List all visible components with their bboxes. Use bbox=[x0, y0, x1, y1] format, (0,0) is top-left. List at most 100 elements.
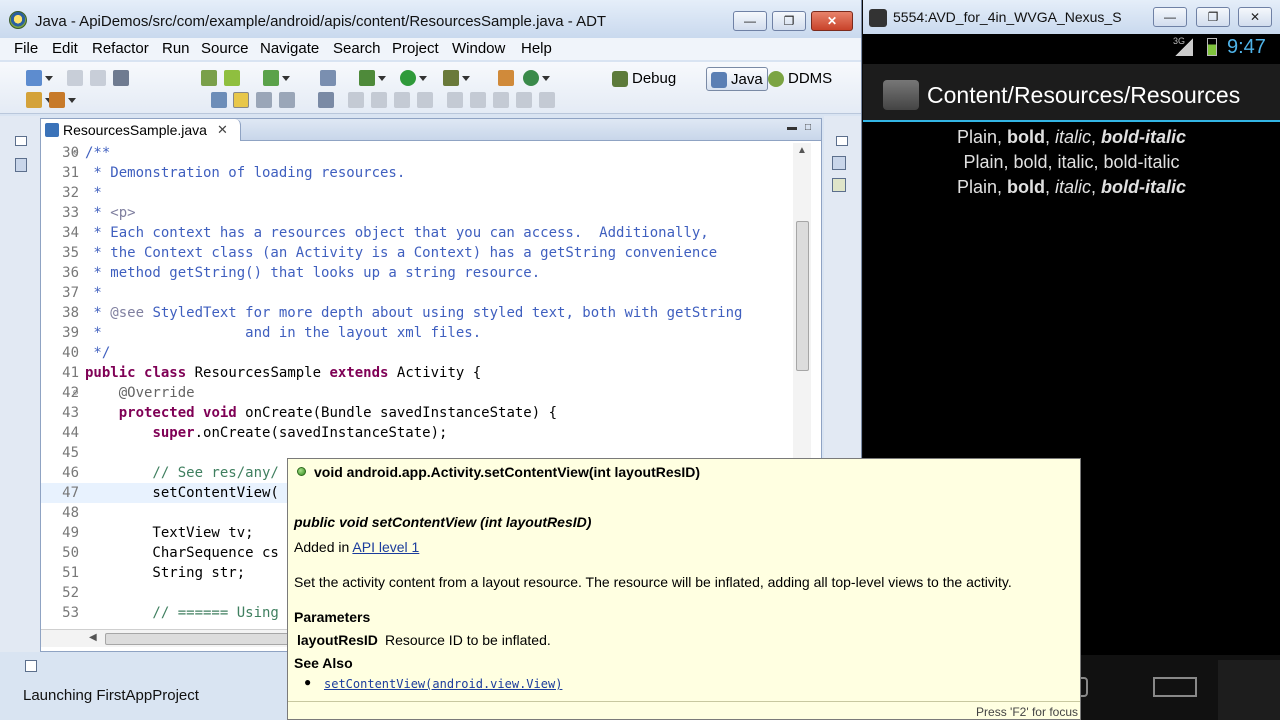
code-line[interactable]: 33 * <p> bbox=[41, 203, 789, 223]
code-line[interactable]: 42 ⊖ @Override bbox=[41, 383, 789, 403]
emulator-maximize-button[interactable]: ❐ bbox=[1196, 7, 1230, 27]
emulator-app-icon bbox=[869, 9, 887, 27]
minimize-button[interactable]: — bbox=[733, 11, 767, 31]
toggle-breadcrumb-icon[interactable] bbox=[211, 92, 227, 108]
code-text: /** bbox=[85, 143, 110, 163]
editor-maximize-icon[interactable]: □ bbox=[805, 122, 811, 133]
code-token: void bbox=[203, 405, 237, 421]
fold-toggle-icon[interactable]: ⊖ bbox=[73, 383, 78, 403]
menu-project[interactable]: Project bbox=[392, 40, 439, 57]
menu-run[interactable]: Run bbox=[162, 40, 190, 57]
scroll-up-arrow-icon[interactable]: ▲ bbox=[797, 145, 807, 156]
menu-source[interactable]: Source bbox=[201, 40, 249, 57]
external-tools-icon[interactable] bbox=[443, 70, 470, 86]
fast-view-icon[interactable] bbox=[25, 660, 37, 672]
line-number: 49 bbox=[62, 525, 79, 541]
emulator-minimize-button[interactable]: — bbox=[1153, 7, 1187, 27]
code-line[interactable]: 30 ⊖/** bbox=[41, 143, 789, 163]
save-icon[interactable] bbox=[67, 70, 83, 86]
horizontal-scroll-thumb[interactable] bbox=[105, 633, 305, 645]
debug-run-icon[interactable] bbox=[359, 70, 386, 86]
code-line[interactable]: 34 * Each context has a resources object… bbox=[41, 223, 789, 243]
new-android-project-icon[interactable] bbox=[320, 70, 336, 86]
lint-icon[interactable] bbox=[263, 70, 290, 86]
code-token: * Demonstration of loading resources. bbox=[85, 165, 406, 181]
step-into-icon[interactable] bbox=[447, 92, 463, 108]
code-line[interactable]: 37 * bbox=[41, 283, 789, 303]
drop-to-frame-icon[interactable] bbox=[516, 92, 532, 108]
code-token: @see bbox=[110, 305, 145, 321]
maximize-button[interactable]: ❐ bbox=[772, 11, 806, 31]
restore-outline-icon[interactable] bbox=[836, 136, 848, 146]
battery-icon bbox=[1207, 38, 1217, 56]
menu-edit[interactable]: Edit bbox=[52, 40, 78, 57]
skip-breakpoints-icon[interactable] bbox=[318, 92, 334, 108]
code-text: * Demonstration of loading resources. bbox=[85, 163, 405, 183]
perspective-debug[interactable]: Debug bbox=[608, 67, 680, 91]
styled-text-run: bold-italic bbox=[1101, 177, 1187, 197]
package-explorer-icon[interactable] bbox=[15, 158, 27, 172]
new-java-class-icon[interactable] bbox=[523, 70, 550, 86]
menu-help[interactable]: Help bbox=[521, 40, 552, 57]
menu-refactor[interactable]: Refactor bbox=[92, 40, 149, 57]
new-java-package-icon[interactable] bbox=[498, 70, 514, 86]
resume-icon[interactable] bbox=[348, 92, 364, 108]
code-line[interactable]: 44 super.onCreate(savedInstanceState); bbox=[41, 423, 789, 443]
run-icon[interactable] bbox=[400, 70, 427, 86]
menu-window[interactable]: Window bbox=[452, 40, 505, 57]
api-level-link[interactable]: API level 1 bbox=[352, 539, 419, 555]
vertical-scroll-thumb[interactable] bbox=[796, 221, 809, 371]
suspend-icon[interactable] bbox=[371, 92, 387, 108]
javadoc-hover-popup: void android.app.Activity.setContentView… bbox=[287, 458, 1081, 720]
android-sdk-icon[interactable] bbox=[201, 70, 217, 86]
outline-icon[interactable] bbox=[832, 156, 846, 170]
styled-text-line: Plain, bold, italic, bold-italic bbox=[863, 177, 1280, 198]
menu-search[interactable]: Search bbox=[333, 40, 381, 57]
restore-view-icon[interactable] bbox=[15, 136, 27, 146]
avd-manager-icon[interactable] bbox=[224, 70, 240, 86]
task-list-icon[interactable] bbox=[832, 178, 846, 192]
code-token: onCreate(Bundle savedInstanceState) { bbox=[236, 405, 558, 421]
see-also-link[interactable]: setContentView(android.view.View) bbox=[324, 677, 562, 691]
terminate-icon[interactable] bbox=[394, 92, 410, 108]
mark-occurrences-icon[interactable] bbox=[233, 92, 249, 108]
use-step-filters-icon[interactable] bbox=[539, 92, 555, 108]
print-icon[interactable] bbox=[113, 70, 129, 86]
open-type-icon[interactable] bbox=[26, 92, 53, 108]
code-line[interactable]: 31 * Demonstration of loading resources. bbox=[41, 163, 789, 183]
close-button[interactable]: ✕ bbox=[811, 11, 853, 31]
code-line[interactable]: 38 * @see StyledText for more depth abou… bbox=[41, 303, 789, 323]
emulator-close-button[interactable]: ✕ bbox=[1238, 7, 1272, 27]
code-line[interactable]: 35 * the Context class (an Activity is a… bbox=[41, 243, 789, 263]
perspective-java[interactable]: Java bbox=[706, 67, 768, 91]
editor-minimize-icon[interactable]: ▬ bbox=[787, 122, 797, 133]
tab-resourcessample-java[interactable]: ResourcesSample.java ✕ bbox=[41, 119, 241, 141]
menu-navigate[interactable]: Navigate bbox=[260, 40, 319, 57]
code-line[interactable]: 43 protected void onCreate(Bundle savedI… bbox=[41, 403, 789, 423]
code-line[interactable]: 36 * method getString() that looks up a … bbox=[41, 263, 789, 283]
code-line[interactable]: 32 * bbox=[41, 183, 789, 203]
disconnect-icon[interactable] bbox=[417, 92, 433, 108]
api-demos-app-icon[interactable] bbox=[883, 80, 919, 110]
code-token: * and in the layout xml files. bbox=[85, 325, 482, 341]
show-whitespace-icon[interactable] bbox=[279, 92, 295, 108]
line-number: 40 bbox=[62, 345, 79, 361]
menu-file[interactable]: File bbox=[14, 40, 38, 57]
perspective-ddms[interactable]: DDMS bbox=[764, 67, 836, 91]
line-number: 44 bbox=[62, 425, 79, 441]
code-line[interactable]: 39 * and in the layout xml files. bbox=[41, 323, 789, 343]
code-token: String str; bbox=[85, 565, 246, 581]
emulator-keypad-icon[interactable] bbox=[1218, 660, 1280, 720]
fold-toggle-icon[interactable]: ⊖ bbox=[73, 143, 78, 163]
save-all-icon[interactable] bbox=[90, 70, 106, 86]
code-line[interactable]: 40 */ bbox=[41, 343, 789, 363]
step-return-icon[interactable] bbox=[493, 92, 509, 108]
recent-apps-icon[interactable] bbox=[1153, 677, 1197, 697]
code-line[interactable]: 41 public class ResourcesSample extends A… bbox=[41, 363, 789, 383]
new-icon[interactable] bbox=[26, 70, 53, 86]
open-task-icon[interactable] bbox=[49, 92, 76, 108]
block-selection-icon[interactable] bbox=[256, 92, 272, 108]
step-over-icon[interactable] bbox=[470, 92, 486, 108]
tab-close-icon[interactable]: ✕ bbox=[217, 122, 228, 138]
scroll-left-arrow-icon[interactable]: ◀ bbox=[89, 632, 97, 643]
